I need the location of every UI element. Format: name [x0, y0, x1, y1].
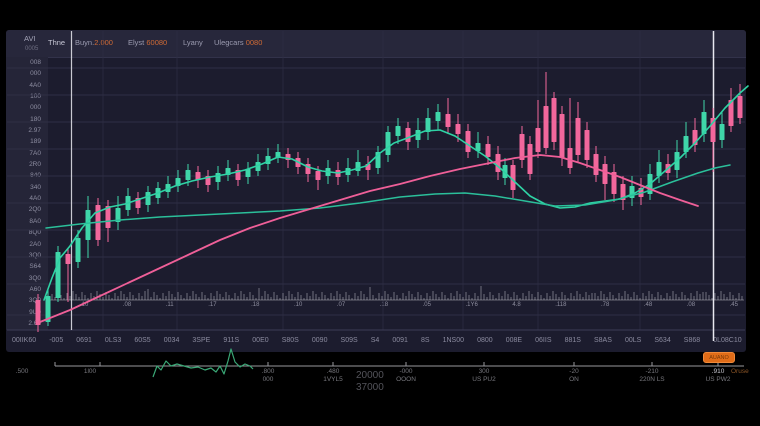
timeline-label-top: 1l00: [84, 368, 96, 375]
timeline-label-bottom: 1VYL5: [323, 376, 343, 383]
timeline-label-bottom: ON: [569, 376, 579, 383]
timeline-label-bottom: US PW2: [706, 376, 731, 383]
timeline-range-strip[interactable]: [0, 0, 760, 426]
timeline-label-top: -210: [645, 368, 658, 375]
timeline-label-bottom: US PU2: [472, 376, 495, 383]
timeline-label-top: -000: [399, 368, 412, 375]
timeline-label-top: .800: [262, 368, 275, 375]
timeline-label-bottom: OOON: [396, 376, 416, 383]
timeline-label-top: 300: [479, 368, 490, 375]
mini-sparkline: [153, 349, 253, 377]
timeline-label-top: .910: [712, 368, 725, 375]
timeline-label-top: -20: [569, 368, 578, 375]
timeline-label-bottom: 220N LS: [639, 376, 664, 383]
timeline-range-value: 2000037000: [356, 370, 384, 394]
timeline-label-bottom: 000: [263, 376, 274, 383]
trading-app-window: AVI 0005 Thne Buyn.2.000 Elyst 60080 Lya…: [0, 0, 760, 426]
auto-scroll-button[interactable]: AUANO: [703, 352, 735, 363]
cruise-label: Oruse: [731, 368, 749, 375]
timeline-label-top: .500: [16, 368, 29, 375]
timeline-label-top: .480: [327, 368, 340, 375]
